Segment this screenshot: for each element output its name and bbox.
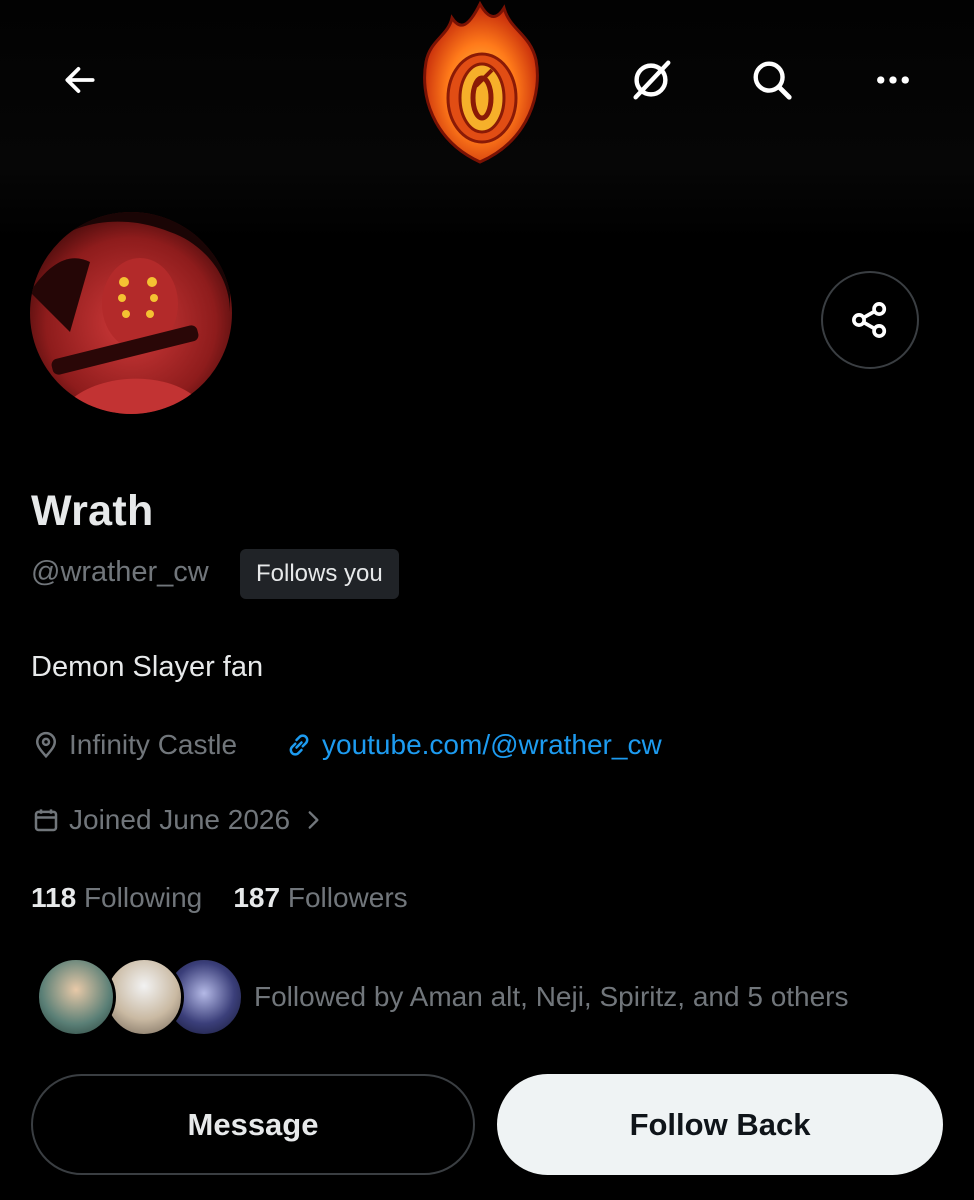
search-button[interactable] xyxy=(740,48,804,112)
joined-text: Joined June 2026 xyxy=(69,804,291,835)
display-name: Wrath xyxy=(31,487,154,535)
avatar-image xyxy=(30,212,232,414)
location-text: Infinity Castle xyxy=(69,729,238,760)
followers-link[interactable]: 187 Followers xyxy=(233,882,407,913)
grok-button[interactable] xyxy=(619,48,683,112)
profile-bio: Demon Slayer fan xyxy=(31,651,264,683)
search-icon xyxy=(753,61,792,100)
following-label: Following xyxy=(83,882,203,913)
follows-you-badge: Follows you xyxy=(240,549,399,599)
avatar xyxy=(36,957,116,1037)
grok-slash-icon xyxy=(633,60,671,100)
mutual-followers-avatars[interactable] xyxy=(36,957,244,1039)
followers-count: 187 xyxy=(233,882,281,913)
more-options-button[interactable] xyxy=(861,48,925,112)
profile-avatar[interactable] xyxy=(30,212,232,414)
location-pin-icon xyxy=(35,731,57,759)
following-count: 118 xyxy=(31,882,77,913)
follow-counts: 118 Following 187 Followers xyxy=(31,882,408,914)
arrow-left-icon xyxy=(65,67,95,93)
more-dots-icon xyxy=(877,76,909,84)
joined-row[interactable]: Joined June 2026 xyxy=(31,804,334,836)
link-icon xyxy=(289,734,309,756)
share-icon xyxy=(852,302,887,338)
message-button[interactable]: Message xyxy=(31,1074,475,1175)
flame-emblem-logo xyxy=(423,0,539,164)
follow-back-button[interactable]: Follow Back xyxy=(497,1074,943,1175)
website-link[interactable]: youtube.com/@wrather_cw xyxy=(322,729,662,761)
website-row[interactable]: youtube.com/@wrather_cw xyxy=(284,729,662,761)
followed-by-text[interactable]: Followed by Aman alt, Neji, Spiritz, and… xyxy=(254,981,849,1013)
back-button[interactable] xyxy=(48,48,112,112)
profile-banner[interactable] xyxy=(0,0,974,240)
avatar xyxy=(104,957,184,1037)
calendar-icon xyxy=(34,809,58,832)
followers-label: Followers xyxy=(287,882,408,913)
location-row: Infinity Castle xyxy=(31,729,237,761)
user-handle: @wrather_cw xyxy=(31,556,209,588)
chevron-right-icon xyxy=(308,811,319,829)
following-link[interactable]: 118 Following xyxy=(31,882,202,913)
share-profile-button[interactable] xyxy=(821,271,919,369)
